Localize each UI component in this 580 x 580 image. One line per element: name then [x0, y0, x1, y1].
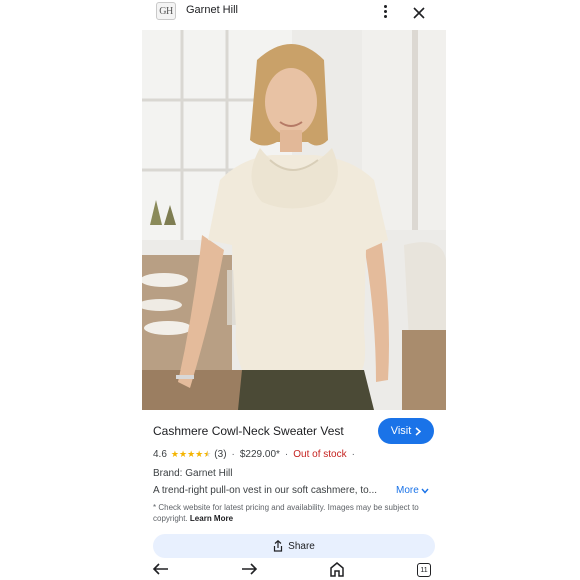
more-button[interactable]: More [396, 485, 429, 496]
more-label: More [396, 485, 419, 496]
product-title: Cashmere Cowl-Neck Sweater Vest [153, 424, 344, 438]
product-photo-illustration [142, 30, 446, 410]
product-image[interactable] [142, 30, 446, 410]
site-name[interactable]: Garnet Hill [186, 4, 238, 16]
stock-status: Out of stock [293, 449, 347, 460]
brand-label: Brand: Garnet Hill [153, 468, 233, 479]
learn-more-link[interactable]: Learn More [190, 514, 233, 523]
browser-navbar: 11 [142, 558, 438, 580]
visit-button[interactable]: Visit [378, 418, 434, 444]
more-vert-icon[interactable] [377, 2, 393, 20]
chevron-down-icon [421, 488, 429, 494]
star-icon: ★ [187, 449, 196, 459]
star-half-icon: ★ [203, 449, 212, 459]
arrow-back-icon[interactable] [152, 561, 170, 577]
home-icon[interactable] [328, 561, 346, 577]
source-header: GH Garnet Hill [142, 0, 438, 28]
image-viewer-page: GH Garnet Hill Cashmere Cowl-Neck Sweate… [0, 0, 580, 580]
separator-dot: · [351, 449, 355, 460]
rating-row: 4.6 ★ ★ ★ ★ ★ (3) · $229.00* · Out of st… [153, 449, 357, 460]
star-icon: ★ [170, 449, 179, 459]
chevron-right-icon [415, 426, 422, 436]
star-icon: ★ [195, 449, 204, 459]
review-count: (3) [214, 449, 227, 460]
separator-dot: · [231, 449, 235, 460]
arrow-forward-icon[interactable] [240, 561, 258, 577]
share-label: Share [288, 540, 315, 552]
separator-dot: · [284, 449, 289, 460]
tab-count-button[interactable]: 11 [417, 563, 431, 577]
rating-value: 4.6 [153, 449, 167, 460]
share-icon [274, 540, 283, 552]
star-icon: ★ [178, 449, 188, 459]
product-description: A trend-right pull-on vest in our soft c… [153, 485, 377, 496]
price: $229.00* [239, 449, 280, 460]
visit-label: Visit [390, 425, 412, 437]
close-icon[interactable] [412, 6, 426, 20]
site-favicon: GH [156, 2, 176, 20]
rating-stars: ★ ★ ★ ★ ★ [171, 450, 211, 459]
share-button[interactable]: Share [153, 534, 435, 558]
disclaimer: * Check website for latest pricing and a… [153, 502, 438, 524]
